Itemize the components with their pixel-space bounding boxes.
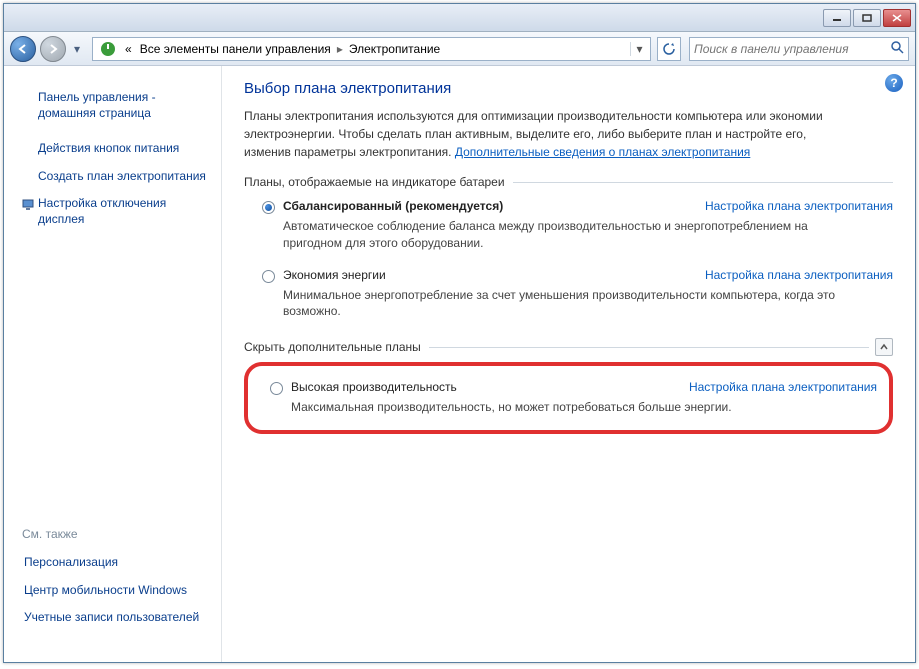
plan-balanced: Сбалансированный (рекомендуется) Настрой…: [244, 193, 893, 262]
page-description: Планы электропитания используются для оп…: [244, 107, 844, 161]
see-also-heading: См. также: [18, 523, 211, 549]
settings-link-highperf[interactable]: Настройка плана электропитания: [669, 380, 877, 394]
help-icon[interactable]: ?: [885, 74, 903, 92]
sidebar-home-link[interactable]: Панель управления - домашняя страница: [18, 84, 211, 127]
power-icon: [99, 40, 117, 58]
refresh-icon: [662, 42, 676, 56]
group-extra-label: Скрыть дополнительные планы: [244, 340, 421, 354]
sidebar-foot-mobility[interactable]: Центр мобильности Windows: [18, 577, 211, 605]
plan-balanced-name: Сбалансированный (рекомендуется): [283, 199, 685, 213]
refresh-button[interactable]: [657, 37, 681, 61]
group-extra-plans: Скрыть дополнительные планы: [244, 338, 893, 356]
breadcrumb-allitems[interactable]: Все элементы панели управления: [136, 42, 335, 56]
plan-powersaver-desc: Минимальное энергопотребление за счет ум…: [283, 287, 843, 321]
sidebar: Панель управления - домашняя страница Де…: [4, 66, 222, 662]
arrow-right-icon: [46, 42, 60, 56]
plan-balanced-desc: Автоматическое соблюдение баланса между …: [283, 218, 843, 252]
group-battery-plans: Планы, отображаемые на индикаторе батаре…: [244, 175, 893, 189]
nav-history-dropdown[interactable]: ▾: [70, 39, 84, 59]
sidebar-footer: См. также Персонализация Центр мобильнос…: [18, 523, 211, 652]
arrow-left-icon: [16, 42, 30, 56]
radio-highperf[interactable]: [270, 382, 283, 395]
radio-powersaver[interactable]: [262, 270, 275, 283]
sidebar-link-display-off-label: Настройка отключения дисплея: [38, 196, 166, 226]
highlight-frame: Высокая производительность Настройка пла…: [244, 362, 893, 434]
radio-balanced[interactable]: [262, 201, 275, 214]
sidebar-link-power-buttons[interactable]: Действия кнопок питания: [18, 135, 211, 163]
address-dropdown[interactable]: ▾: [630, 42, 648, 56]
group-battery-label: Планы, отображаемые на индикаторе батаре…: [244, 175, 505, 189]
search-box[interactable]: [689, 37, 909, 61]
sidebar-foot-personalization[interactable]: Персонализация: [18, 549, 211, 577]
close-button[interactable]: [883, 9, 911, 27]
sidebar-foot-accounts[interactable]: Учетные записи пользователей: [18, 604, 211, 632]
control-panel-window: ▾ « Все элементы панели управления ▸ Эле…: [3, 3, 916, 663]
sidebar-link-create-plan[interactable]: Создать план электропитания: [18, 163, 211, 191]
plan-powersaver-name: Экономия энергии: [283, 268, 685, 282]
maximize-button[interactable]: [853, 9, 881, 27]
chevron-up-icon: [879, 342, 889, 352]
body: Панель управления - домашняя страница Де…: [4, 66, 915, 662]
page-title: Выбор плана электропитания: [244, 80, 893, 97]
search-icon: [890, 40, 904, 57]
settings-link-powersaver[interactable]: Настройка плана электропитания: [685, 268, 893, 282]
forward-button[interactable]: [40, 36, 66, 62]
plan-highperf-name: Высокая производительность: [291, 380, 669, 394]
sidebar-link-display-off[interactable]: Настройка отключения дисплея: [18, 190, 211, 233]
nav-toolbar: ▾ « Все элементы панели управления ▸ Эле…: [4, 32, 915, 66]
content-pane: ? Выбор плана электропитания Планы элект…: [222, 66, 915, 662]
learn-more-link[interactable]: Дополнительные сведения о планах электро…: [455, 145, 750, 159]
plan-powersaver: Экономия энергии Настройка плана электро…: [244, 262, 893, 331]
titlebar: [4, 4, 915, 32]
collapse-button[interactable]: [875, 338, 893, 356]
settings-link-balanced[interactable]: Настройка плана электропитания: [685, 199, 893, 213]
minimize-button[interactable]: [823, 9, 851, 27]
monitor-icon: [22, 198, 34, 210]
breadcrumb-power[interactable]: Электропитание: [345, 42, 444, 56]
plan-highperf-desc: Максимальная производительность, но може…: [291, 399, 851, 416]
plan-highperf: Высокая производительность Настройка пла…: [252, 374, 877, 420]
search-input[interactable]: [694, 42, 890, 56]
address-bar[interactable]: « Все элементы панели управления ▸ Элект…: [92, 37, 651, 61]
breadcrumb-chevron[interactable]: «: [121, 42, 136, 56]
back-button[interactable]: [10, 36, 36, 62]
chevron-right-icon: ▸: [335, 42, 345, 56]
